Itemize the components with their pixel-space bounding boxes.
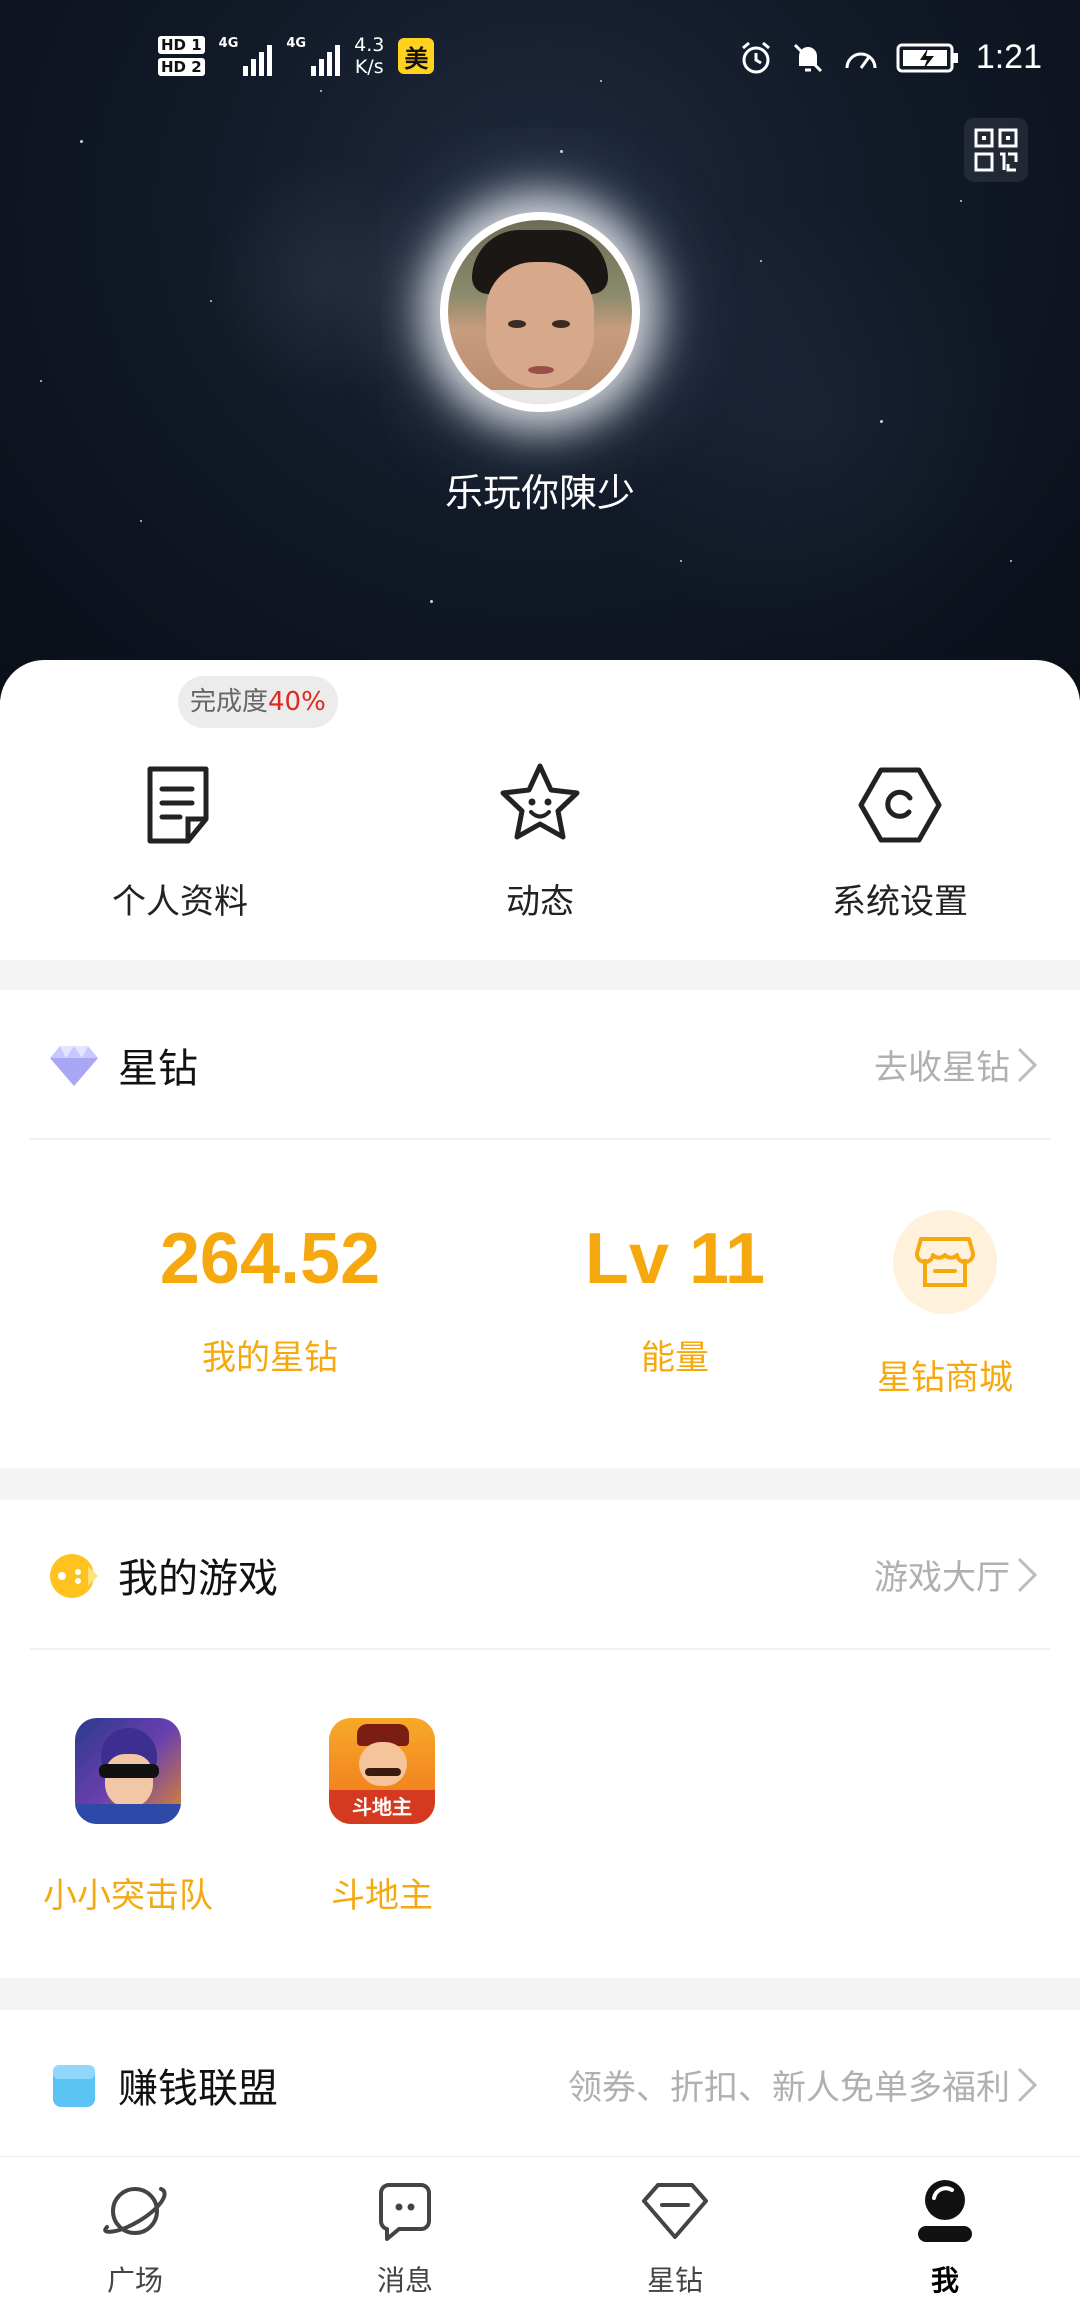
energy-level: Lv 11	[584, 1219, 766, 1299]
section-title: 我的游戏	[118, 1556, 278, 1602]
section-title: 赚钱联盟	[118, 2066, 278, 2112]
star-diamond-section: 星钻 去收星钻 264.52 我的星钻 Lv 11 能量 星钻商城	[0, 990, 1080, 1468]
tab-star-diamond[interactable]: 星钻	[540, 2157, 810, 2310]
hexagon-settings-icon	[858, 767, 942, 843]
qr-code-icon	[974, 128, 1018, 172]
shortcut-label: 个人资料	[112, 882, 248, 922]
tab-square[interactable]: 广场	[0, 2157, 270, 2310]
game-label: 斗地主	[331, 1876, 433, 1916]
chat-bubble-icon	[379, 2183, 431, 2241]
game-soldier-icon	[75, 1718, 181, 1824]
completion-label: 完成度	[190, 687, 269, 717]
game-item-landlord[interactable]: 斗地主 斗地主	[282, 1718, 482, 1917]
tab-me[interactable]: 我	[810, 2157, 1080, 2310]
signal-strength-2-icon: 4G	[286, 36, 341, 76]
username[interactable]: 乐玩你陳少	[0, 462, 1080, 517]
shop-label: 星钻商城	[877, 1358, 1013, 1398]
signal-strength-1-icon: 4G	[219, 36, 273, 76]
game-hall-link[interactable]: 游戏大厅	[874, 1550, 1010, 1599]
meituan-app-badge: 美	[398, 38, 435, 74]
tab-label: 广场	[106, 2264, 163, 2297]
diamond-balance-label: 我的星钻	[202, 1338, 338, 1378]
smiling-star-icon	[500, 763, 580, 840]
game-landlord-icon: 斗地主	[329, 1718, 435, 1824]
diamond-icon	[642, 2183, 708, 2239]
qr-code-button[interactable]	[964, 118, 1028, 182]
section-title: 星钻	[118, 1046, 198, 1092]
shortcut-profile-info[interactable]: 个人资料	[50, 760, 310, 923]
collect-diamonds-link[interactable]: 去收星钻	[874, 1040, 1010, 1089]
game-item-small-squad[interactable]: 小小突击队	[28, 1718, 228, 1917]
network-speed: 4.3 K/s	[354, 34, 385, 78]
money-alliance-header[interactable]: 赚钱联盟 领券、折扣、新人免单多福利	[0, 2010, 1080, 2160]
energy-label: 能量	[641, 1338, 709, 1378]
shortcut-moments[interactable]: 动态	[410, 760, 670, 923]
tab-messages[interactable]: 消息	[270, 2157, 540, 2310]
alliance-benefits-link[interactable]: 领券、折扣、新人免单多福利	[568, 2060, 1010, 2109]
document-icon	[147, 766, 209, 844]
sim1-hd-label: HD 1	[158, 36, 205, 54]
shortcut-label: 系统设置	[832, 882, 968, 922]
chevron-right-icon	[1017, 2067, 1038, 2103]
alliance-badge-icon	[53, 2065, 95, 2107]
gamepad-icon	[50, 1554, 98, 1598]
diamond-balance: 264.52	[159, 1219, 381, 1299]
tab-label: 星钻	[646, 2264, 703, 2297]
alarm-icon	[741, 41, 770, 73]
profile-icon	[918, 2180, 972, 2242]
avatar-photo	[448, 220, 632, 404]
my-diamonds-stat[interactable]: 264.52 我的星钻	[120, 1218, 420, 1379]
battery-charging-icon	[896, 43, 958, 72]
avatar[interactable]	[440, 212, 640, 412]
status-bar: HD 1 HD 2 4G 4G 4.3 K/s 美 1:21	[0, 0, 1080, 120]
bottom-tab-bar: 广场 消息 星钻 我	[0, 2156, 1080, 2310]
mute-bell-icon	[793, 43, 822, 72]
completion-badge: 完成度40%	[178, 676, 338, 728]
game-label: 小小突击队	[43, 1876, 213, 1916]
planet-icon	[103, 2187, 167, 2235]
diamond-shop-button[interactable]: 星钻商城	[840, 1210, 1050, 1399]
tab-label: 我	[930, 2264, 959, 2297]
chevron-right-icon	[1017, 1047, 1038, 1083]
star-diamond-header[interactable]: 星钻 去收星钻	[0, 990, 1080, 1140]
clock: 1:21	[975, 38, 1042, 76]
completion-value: 40%	[268, 687, 326, 717]
landlord-tile-text: 斗地主	[329, 1790, 435, 1824]
energy-stat[interactable]: Lv 11 能量	[540, 1218, 810, 1379]
speedometer-icon	[845, 52, 877, 69]
money-alliance-section: 赚钱联盟 领券、折扣、新人免单多福利	[0, 2010, 1080, 2160]
tab-label: 消息	[376, 2264, 433, 2297]
shop-icon	[915, 1237, 975, 1287]
diamond-gem-icon	[50, 1046, 98, 1086]
dual-sim-indicator: HD 1 HD 2	[158, 36, 205, 76]
chevron-right-icon	[1017, 1557, 1038, 1593]
sim2-hd-label: HD 2	[158, 58, 205, 76]
my-games-header[interactable]: 我的游戏 游戏大厅	[0, 1500, 1080, 1650]
shortcut-label: 动态	[506, 882, 574, 922]
shortcut-system-settings[interactable]: 系统设置	[770, 760, 1030, 923]
